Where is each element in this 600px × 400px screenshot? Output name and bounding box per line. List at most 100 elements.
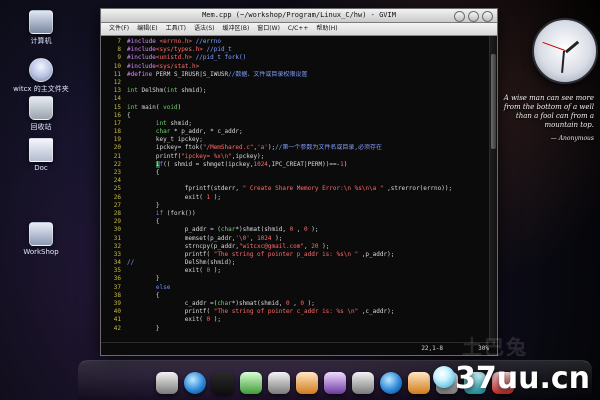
desktop-icon-home-folder[interactable]: witcx 的主文件夹 (2, 58, 80, 94)
editor-text-area[interactable]: 7 #include <errno.h> //errno 8 #include<sys… (101, 36, 497, 343)
code-line[interactable]: 30 p_addr = (char*)shmat(shmid, 0 , 0 ); (101, 226, 497, 234)
menu-help[interactable]: 帮助(H) (316, 23, 337, 35)
dock-app-file-manager-icon[interactable] (156, 372, 178, 394)
code-text: exit( 0 ); (127, 316, 221, 324)
code-text: } (127, 275, 160, 283)
code-line[interactable]: 16 { (101, 112, 497, 120)
code-line[interactable]: 27 } (101, 202, 497, 210)
close-button[interactable] (482, 11, 493, 22)
code-line[interactable]: 24 (101, 177, 497, 185)
code-line[interactable]: 9 #include<unistd.h> //pid_t fork() (101, 54, 497, 62)
desktop-icons: 计算机 witcx 的主文件夹 回收站 Doc WorkShop (0, 0, 90, 400)
code-line[interactable]: 38 { (101, 292, 497, 300)
dock-app-tex-icon[interactable] (352, 372, 374, 394)
code-line[interactable]: 21 printf("ipckey= %x\n",ipckey); (101, 153, 497, 161)
menu-file[interactable]: 文件(F) (109, 23, 129, 35)
desktop-icon-trash[interactable]: 回收站 (2, 96, 80, 132)
desktop-clock-widget (532, 18, 598, 84)
dock-app-terminal-icon[interactable] (212, 372, 234, 394)
code-text: } (127, 201, 160, 209)
code-text: exit( 0 ); (127, 267, 221, 275)
line-number: 31 (113, 234, 121, 242)
menu-cpp[interactable]: C/C++ (288, 23, 308, 35)
dock-app-notes-icon[interactable] (408, 372, 430, 394)
code-line[interactable]: 34 // DelShm(shmid); (101, 259, 497, 267)
line-number: 37 (113, 283, 121, 291)
code-line[interactable]: 31 memset(p_addr,'\0', 1024 ); (101, 235, 497, 243)
code-line[interactable]: 33 printf( "The string of pointer p_addr… (101, 251, 497, 259)
line-number: 27 (113, 201, 121, 209)
desktop-icon-label: 计算机 (30, 37, 52, 45)
window-controls (454, 11, 493, 22)
menu-edit[interactable]: 编辑(E) (137, 23, 157, 35)
code-text: } (127, 324, 160, 332)
code-line[interactable]: 15 int main( void) (101, 104, 497, 112)
code-line[interactable]: 22 if(( shmid = shmget(ipckey,1024,IPC_C… (101, 160, 497, 169)
line-number: 10 (113, 62, 121, 70)
code-line[interactable]: 40 printf( "The string of pointer c_addr… (101, 308, 497, 316)
code-line[interactable]: 10 #include<sys/stat.h> (101, 63, 497, 71)
dock-app-image-editor-icon[interactable] (324, 372, 346, 394)
line-number: 15 (113, 103, 121, 111)
code-line[interactable]: 7 #include <errno.h> //errno (101, 38, 497, 46)
code-line[interactable]: 13 int DelShm(int shmid); (101, 87, 497, 95)
menu-syntax[interactable]: 语法(S) (194, 23, 215, 35)
home-folder-icon (29, 58, 53, 82)
code-line[interactable]: 25 fprintf(stderr, " Create Share Memory… (101, 185, 497, 193)
code-line[interactable]: 29 { (101, 218, 497, 226)
line-number: 17 (113, 119, 121, 127)
desktop-icon-workshop[interactable]: WorkShop (2, 222, 80, 256)
code-line[interactable]: 39 c_addr =(char*)shmat(shmid, 0 , 0 ); (101, 300, 497, 308)
code-line[interactable]: 14 (101, 95, 497, 103)
dock-app-eclipse-icon[interactable] (380, 372, 402, 394)
window-titlebar[interactable]: Mem.cpp (~/workshop/Program/Linux_C/hw) … (101, 9, 497, 23)
menu-tools[interactable]: 工具(T) (166, 23, 186, 35)
workshop-folder-icon (29, 222, 53, 246)
desktop-icon-computer[interactable]: 计算机 (2, 10, 80, 46)
code-line[interactable]: 37 else (101, 284, 497, 292)
code-line[interactable]: 8 #include<sys/types.h> //pid_t (101, 46, 497, 54)
clock-minute-hand (561, 50, 565, 73)
desktop-icon-doc[interactable]: Doc (2, 138, 80, 172)
code-text: p_addr = (char*)shmat(shmid, 0 , 0 ); (127, 226, 319, 234)
code-text: ipckey= ftok("/MemShared.c",'a');//第一个参数… (127, 144, 382, 152)
code-line[interactable]: 36 } (101, 275, 497, 283)
line-number: 12 (113, 78, 121, 86)
dock-app-photo-icon[interactable] (296, 372, 318, 394)
dock-app-browser-icon[interactable] (184, 372, 206, 394)
vertical-scrollbar[interactable] (489, 36, 497, 343)
line-number: 22 (113, 160, 121, 168)
code-line[interactable]: 35 exit( 0 ); (101, 267, 497, 275)
line-number: 42 (113, 324, 121, 332)
minimize-button[interactable] (454, 11, 465, 22)
dock-app-system-monitor-icon[interactable] (240, 372, 262, 394)
code-text: #define PERM S_IRUSR|S_IWUSR//数据、文件或目录权限… (127, 70, 308, 78)
menu-buffers[interactable]: 缓冲区(B) (222, 23, 249, 35)
code-line[interactable]: 23 { (101, 169, 497, 177)
code-line[interactable]: 17 int shmid; (101, 120, 497, 128)
code-line[interactable]: 28 if (fork()) (101, 210, 497, 218)
scrollbar-thumb[interactable] (491, 54, 496, 149)
quote-text: A wise man can see more from the bottom … (503, 94, 594, 129)
code-line[interactable]: 26 exit( 1 ); (101, 194, 497, 202)
code-line[interactable]: 18 char * p_addr, * c_addr; (101, 128, 497, 136)
code-line[interactable]: 19 key_t ipckey; (101, 136, 497, 144)
dock-app-disk-icon[interactable] (268, 372, 290, 394)
code-text: else (155, 283, 171, 291)
menu-window[interactable]: 窗口(W) (257, 23, 280, 35)
desktop-icon-label: WorkShop (23, 248, 59, 256)
line-number: 38 (113, 291, 121, 299)
line-number: 8 (117, 46, 121, 54)
code-line[interactable]: 42 } (101, 325, 497, 333)
code-line[interactable]: 12 (101, 79, 497, 87)
desktop-icon-label: witcx 的主文件夹 (13, 85, 69, 93)
maximize-button[interactable] (468, 11, 479, 22)
quote-author: — Anonymous (550, 135, 594, 142)
code-text: strncpy(p_addr,"witcxc@gmail.com", 20 ); (127, 242, 330, 250)
code-text: printf("ipckey= %x\n",ipckey); (127, 152, 265, 160)
code-line[interactable]: 41 exit( 0 ); (101, 316, 497, 324)
code-line[interactable]: 20 ipckey= ftok("/MemShared.c",'a');//第一… (101, 144, 497, 152)
code-line[interactable]: 32 strncpy(p_addr,"witcxc@gmail.com", 20… (101, 243, 497, 251)
code-line[interactable]: 11 #define PERM S_IRUSR|S_IWUSR//数据、文件或目录… (101, 71, 497, 79)
clock-hour-hand (565, 40, 580, 54)
